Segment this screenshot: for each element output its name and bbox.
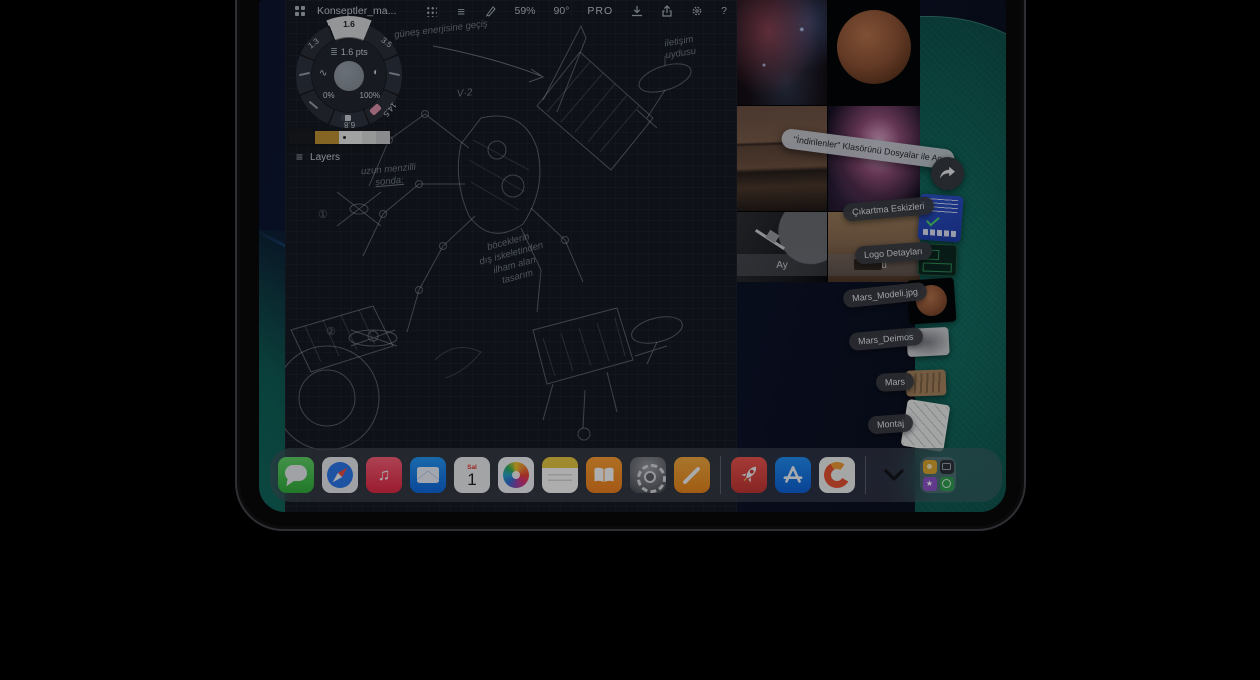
swatch-light-gray[interactable] <box>362 131 376 144</box>
dock-app-pages[interactable] <box>674 457 710 493</box>
document-title[interactable]: Konseptler_ma... <box>317 5 396 17</box>
dock-app-calendar[interactable]: Sal 1 <box>454 457 490 493</box>
dock-app-music[interactable] <box>366 457 402 493</box>
tool-wheel[interactable]: 1.6 1.3 3.5 6.8 14.5 1.6 pts 0% 100% <box>296 22 402 128</box>
dock-app-books[interactable] <box>586 457 622 493</box>
layers-icon <box>296 150 303 164</box>
mini-camera-icon <box>940 460 954 474</box>
mini-clock-icon <box>940 477 954 491</box>
safari-compass-icon <box>326 461 354 489</box>
dock-app-mail[interactable] <box>410 457 446 493</box>
dock-chevron-button[interactable] <box>876 457 912 493</box>
export-share-icon[interactable] <box>661 5 673 17</box>
album-moon[interactable]: Ay <box>737 212 827 282</box>
layers-button[interactable]: Layers <box>296 150 340 164</box>
active-brush-size: 1.6 <box>296 19 402 29</box>
brush-size-bottom: 6.8 <box>344 120 355 129</box>
calendar-day: 1 <box>467 471 476 488</box>
ipad-screen: Konseptler_ma... 59% 90° PRO ? <box>259 0 1006 512</box>
annotation-number-1: ① <box>318 208 328 221</box>
settings-gear-icon[interactable] <box>691 5 703 17</box>
lines-tool-icon[interactable] <box>457 4 465 19</box>
photo-mars-planet[interactable] <box>828 0 920 105</box>
home-grid-icon[interactable] <box>295 6 305 16</box>
opacity-value: 100% <box>360 91 380 100</box>
dock-app-messages[interactable] <box>278 457 314 493</box>
dock-divider <box>865 456 866 494</box>
swatch-black[interactable] <box>289 131 315 144</box>
layers-label: Layers <box>310 152 340 163</box>
share-arrow-icon <box>939 166 956 181</box>
mini-star-icon <box>923 477 937 491</box>
album-moon-label: Ay <box>737 254 827 276</box>
help-button[interactable]: ? <box>721 5 727 17</box>
rotation-value[interactable]: 90° <box>554 5 570 17</box>
dock: Sal 1 <box>270 448 1002 502</box>
dock-app-appstore[interactable] <box>775 457 811 493</box>
drawing-canvas[interactable]: Konseptler_ma... 59% 90° PRO ? <box>285 0 737 512</box>
swatch-gray[interactable] <box>376 131 390 144</box>
open-book-icon <box>593 466 615 484</box>
dock-app-settings[interactable] <box>630 457 666 493</box>
pen-tool-icon[interactable] <box>485 5 497 17</box>
drag-item-mars[interactable]: Mars <box>876 372 915 392</box>
share-forward-button[interactable] <box>931 157 964 190</box>
swatch-gold[interactable] <box>315 131 339 144</box>
annotation-number-2: ② <box>326 325 336 338</box>
dock-app-library[interactable] <box>920 457 956 493</box>
dock-divider <box>720 456 721 494</box>
dock-app-photos[interactable] <box>498 457 534 493</box>
dock-app-concepts[interactable] <box>819 457 855 493</box>
smoothing-icon <box>319 68 327 79</box>
dock-app-safari[interactable] <box>322 457 358 493</box>
color-swatch-bar[interactable] <box>289 131 390 144</box>
photo-horsehead-nebula[interactable] <box>737 0 827 105</box>
stroke-icon <box>330 47 341 57</box>
zoom-level[interactable]: 59% <box>514 5 535 17</box>
brush-size-pts: 1.6 pts <box>341 47 368 57</box>
import-icon[interactable] <box>631 5 643 17</box>
color-preview[interactable] <box>334 61 364 91</box>
opacity-icon <box>373 67 379 78</box>
annotation-version: V·2 <box>456 87 473 101</box>
mini-tips-icon <box>923 460 937 474</box>
pen-icon <box>679 462 705 488</box>
dots-grid-icon[interactable] <box>426 6 437 17</box>
appstore-a-icon <box>780 462 806 488</box>
chevron-down-icon <box>883 469 905 481</box>
drag-item-montaj[interactable]: Montaj <box>867 413 913 434</box>
swatch-selector-dot <box>343 136 346 139</box>
dock-app-rocket[interactable] <box>731 457 767 493</box>
photo-desert[interactable] <box>737 106 827 211</box>
rocket-icon <box>731 457 767 493</box>
tool-wheel-center[interactable]: 1.6 pts 0% 100% <box>312 38 386 112</box>
eraser-icon <box>341 115 351 121</box>
dock-app-notes[interactable] <box>542 457 578 493</box>
smoothing-value: 0% <box>323 91 335 100</box>
pro-badge[interactable]: PRO <box>587 5 613 17</box>
